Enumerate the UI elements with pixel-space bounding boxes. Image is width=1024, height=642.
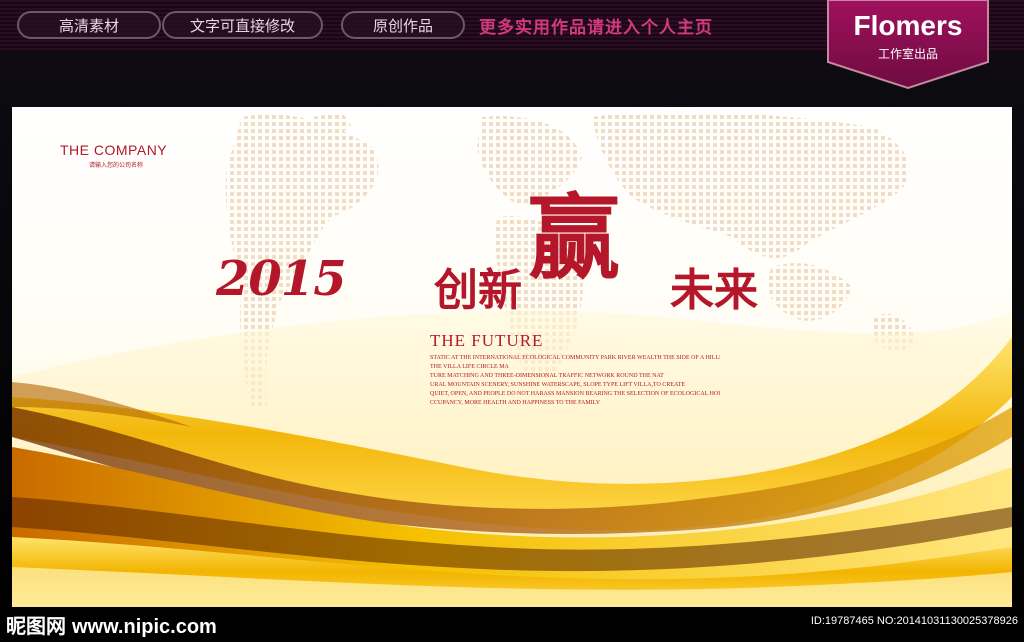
description-line: TURE MATCHING AND THREE-DIMENSIONAL TRAF… [430, 373, 664, 379]
watermark-site: 昵图网 www.nipic.com [6, 610, 217, 639]
brand-badge: Flomers 工作室出品 [826, 0, 990, 90]
editable-text-tag: 文字可直接修改 [162, 11, 323, 39]
brand-subtitle: 工作室出品 [877, 47, 938, 61]
headline-part-b: 未来 [670, 265, 758, 316]
company-subtitle: 请输入您的公司名称 [89, 162, 144, 169]
page: 高清素材 文字可直接修改 原创作品 更多实用作品请进入个人主页 Flomers … [0, 0, 1024, 642]
poster: THE COMPANY 请输入您的公司名称 2015 创新 赢 未来 THE F… [12, 107, 1012, 607]
promo-link[interactable]: 更多实用作品请进入个人主页 [479, 13, 713, 38]
description-block: STATIC AT THE INTERNATIONAL ECOLOGICAL C… [430, 354, 720, 408]
hd-material-tag: 高清素材 [17, 11, 161, 39]
description-line: STATIC AT THE INTERNATIONAL ECOLOGICAL C… [430, 355, 720, 361]
headline-part-a: 创新 [434, 265, 522, 316]
brand-name: Flomers [853, 10, 963, 41]
headline-win-char: 赢 [528, 184, 621, 292]
watermark-site-name: 昵图网 [6, 614, 66, 638]
watermark-id: ID:19787465 NO:20141031130025378926 [810, 615, 1018, 627]
description-line: CCUPANCY, MORE HEALTH AND HAPPINESS TO T… [430, 400, 601, 406]
company-name: THE COMPANY [60, 142, 168, 158]
future-title: THE FUTURE [430, 331, 544, 350]
watermark-url[interactable]: www.nipic.com [72, 616, 217, 638]
description-line: QUIET, OPEN, AND PEOPLE DO NOT HARASS MA… [430, 391, 720, 397]
headline-year: 2015 [216, 251, 347, 307]
description-line: URAL MOUNTAIN SCENERY, SUNSHINE WATERSCA… [430, 382, 685, 388]
original-work-tag: 原创作品 [341, 11, 465, 39]
description-line: THE VILLA LIFE CIRCLE MA [430, 364, 509, 370]
